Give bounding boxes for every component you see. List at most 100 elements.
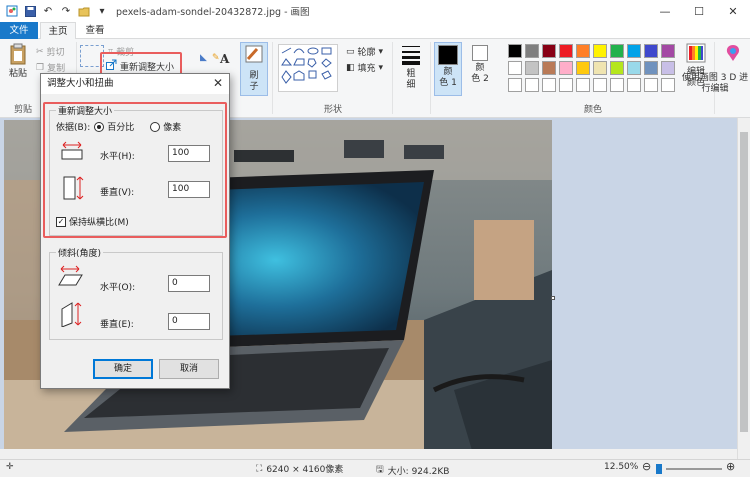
skew-v-label: 垂直(E): (100, 320, 134, 330)
cut-button[interactable]: ✂ 剪切 (36, 45, 65, 59)
scrollbar-thumb[interactable] (740, 132, 748, 432)
color-swatch[interactable] (593, 44, 607, 58)
color-swatch[interactable] (644, 61, 658, 75)
title-bar: ↶ ↷ ▾ pexels-adam-sondel-20432872.jpg - … (0, 0, 750, 22)
skew-v-input[interactable]: 0 (168, 313, 210, 330)
zoom-in-button[interactable]: ⊕ (726, 460, 735, 473)
fill-bucket-icon: ◣ (200, 53, 207, 63)
color-swatch[interactable] (576, 44, 590, 58)
ribbon-tabs: 文件 主页 查看 (0, 22, 750, 40)
color-swatch[interactable] (542, 61, 556, 75)
tab-home[interactable]: 主页 (40, 22, 76, 40)
color2-swatch (472, 45, 488, 61)
color-swatch[interactable] (559, 44, 573, 58)
zoom-value: 12.50% (604, 462, 639, 472)
save-icon[interactable] (24, 5, 36, 17)
scissors-icon: ✂ (36, 46, 44, 57)
color-swatch[interactable] (576, 78, 590, 92)
folder-icon[interactable] (78, 5, 90, 17)
dialog-close-button[interactable]: ✕ (213, 76, 223, 90)
color-swatch[interactable] (627, 78, 641, 92)
outline-icon: ▭ (346, 46, 355, 57)
fill-dropdown[interactable]: ◧ 填充 ▾ (346, 61, 384, 75)
zoom-out-button[interactable]: ⊖ (642, 460, 651, 473)
color-swatch[interactable] (644, 44, 658, 58)
cancel-button[interactable]: 取消 (159, 359, 219, 379)
file-size: 🖫 大小: 924.2KB (376, 462, 449, 477)
chevron-down-icon: ▾ (378, 62, 384, 73)
zoom-slider[interactable] (666, 468, 722, 470)
color-swatch[interactable] (610, 44, 624, 58)
color-swatch[interactable] (542, 78, 556, 92)
skew-group-label: 倾斜(角度) (56, 246, 104, 259)
pencil-tool[interactable]: ✎ (212, 53, 220, 63)
window-title: pexels-adam-sondel-20432872.jpg - 画图 (116, 7, 310, 18)
color-swatch[interactable] (627, 61, 641, 75)
customize-quick-access-icon[interactable]: ▾ (96, 5, 108, 17)
cursor-position: ✛ (6, 462, 14, 472)
tab-view[interactable]: 查看 (78, 22, 112, 39)
zoom-slider-thumb[interactable] (656, 464, 662, 474)
cut-label: 剪切 (46, 48, 65, 58)
ok-button[interactable]: 确定 (93, 359, 153, 379)
color-swatch[interactable] (525, 61, 539, 75)
text-tool[interactable]: A (220, 52, 229, 66)
color-swatch[interactable] (525, 44, 539, 58)
color-swatch[interactable] (559, 78, 573, 92)
color-swatch[interactable] (593, 78, 607, 92)
skew-h-label: 水平(O): (100, 283, 136, 293)
color-swatch[interactable] (559, 61, 573, 75)
color1-button[interactable]: 颜 色 1 (434, 42, 462, 96)
color-swatch[interactable] (593, 61, 607, 75)
brush-button[interactable]: 刷 子 (240, 42, 268, 96)
colors-group-label: 颜色 (583, 105, 602, 115)
skew-vertical-icon (60, 301, 84, 330)
skew-horizontal-icon (58, 265, 84, 290)
fill-tool[interactable]: ◣ (200, 53, 207, 63)
resize-skew-dialog: 调整大小和扭曲 ✕ 重新调整大小 依据(B): 百分比 像素 水平(H): 10… (40, 73, 230, 389)
pencil-icon: ✎ (212, 53, 220, 63)
color-swatch[interactable] (644, 78, 658, 92)
minus-icon: ⊖ (642, 460, 652, 473)
vertical-scrollbar[interactable] (737, 118, 750, 459)
horizontal-scrollbar[interactable] (0, 449, 737, 459)
copy-icon: ❐ (36, 62, 45, 73)
tab-file[interactable]: 文件 (0, 22, 38, 39)
color-swatch[interactable] (661, 61, 675, 75)
skew-h-input[interactable]: 0 (168, 275, 210, 292)
color-swatch[interactable] (661, 78, 675, 92)
maximize-button[interactable]: ☐ (682, 0, 716, 22)
resize-handle[interactable] (551, 296, 555, 300)
minimize-button[interactable]: — (648, 0, 682, 22)
color-swatch[interactable] (508, 61, 522, 75)
outline-dropdown[interactable]: ▭ 轮廓 ▾ (346, 45, 383, 59)
brush-label: 刷 子 (249, 71, 259, 92)
paint3d-label: 使用画图 3 D 进行编辑 (681, 73, 749, 94)
dimensions-icon: ⛶ (256, 463, 263, 474)
close-button[interactable]: ✕ (716, 0, 750, 22)
text-icon: A (220, 52, 230, 66)
color-swatch[interactable] (525, 78, 539, 92)
color-palette[interactable] (508, 44, 675, 92)
color-swatch[interactable] (576, 61, 590, 75)
color-swatch[interactable] (627, 44, 641, 58)
size-dropdown[interactable]: 粗 细 (396, 43, 426, 91)
color-swatch[interactable] (508, 78, 522, 92)
outline-label: 轮廓 (357, 48, 376, 58)
crosshair-icon: ✛ (6, 462, 14, 472)
color2-button[interactable]: 颜 色 2 (468, 45, 492, 85)
paste-button[interactable]: 粘贴 (6, 43, 30, 80)
redo-icon[interactable]: ↷ (60, 5, 72, 17)
fill-label: 填充 (357, 64, 376, 74)
shapes-gallery[interactable] (278, 44, 338, 92)
color-swatch[interactable] (610, 78, 624, 92)
color-swatch[interactable] (508, 44, 522, 58)
status-bar: ✛ ⛶ 6240 × 4160像素 🖫 大小: 924.2KB 12.50% ⊖… (0, 459, 750, 477)
undo-icon[interactable]: ↶ (42, 5, 54, 17)
divider (430, 42, 431, 114)
color-swatch[interactable] (661, 44, 675, 58)
paint-app-icon (6, 5, 18, 17)
paint3d-icon-button[interactable] (718, 43, 748, 67)
color-swatch[interactable] (610, 61, 624, 75)
color-swatch[interactable] (542, 44, 556, 58)
